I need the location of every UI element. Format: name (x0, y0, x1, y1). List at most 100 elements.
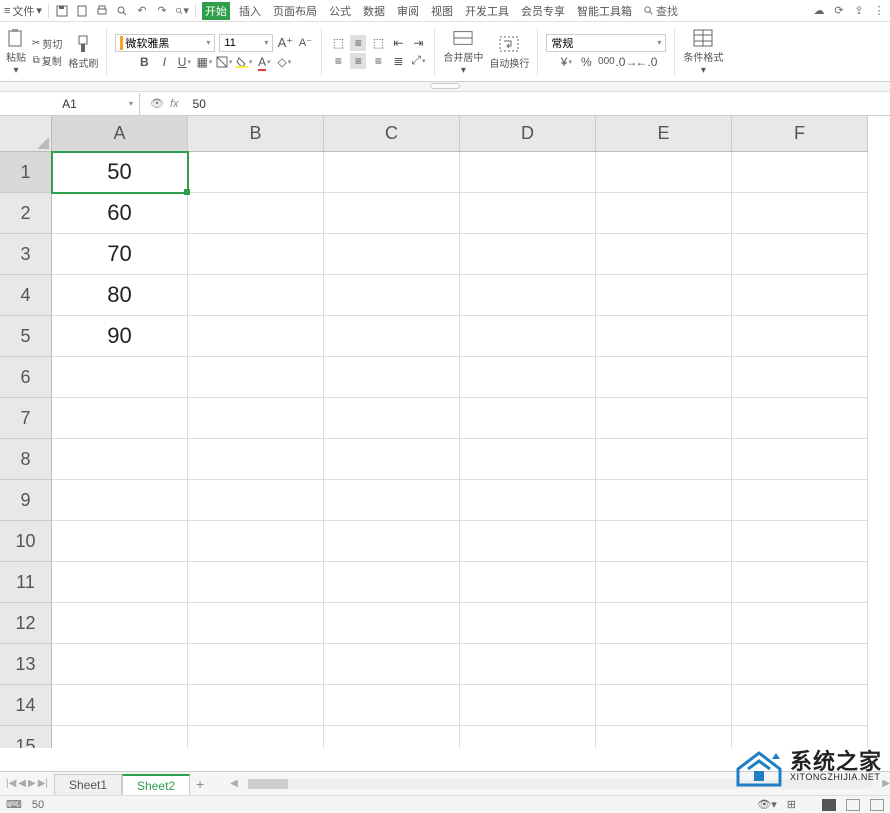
cell-E3[interactable] (596, 234, 732, 275)
cell-E1[interactable] (596, 152, 732, 193)
row-header-7[interactable]: 7 (0, 398, 52, 439)
normal-view-icon[interactable] (822, 799, 836, 811)
name-box[interactable]: A1 (0, 93, 140, 115)
redo-icon[interactable]: ↷ (155, 4, 169, 18)
scroll-right-icon[interactable]: ▶ (882, 778, 890, 789)
sheet-nav-next-icon[interactable]: ▶ (28, 778, 36, 789)
cell-E10[interactable] (596, 521, 732, 562)
cell-D8[interactable] (460, 439, 596, 480)
cell-D11[interactable] (460, 562, 596, 603)
cell-E12[interactable] (596, 603, 732, 644)
column-header-C[interactable]: C (324, 116, 460, 152)
cell-A4[interactable]: 80 (52, 275, 188, 316)
cell-B11[interactable] (188, 562, 324, 603)
align-center-icon[interactable]: ≡ (350, 53, 366, 69)
cell-C1[interactable] (324, 152, 460, 193)
cell-C6[interactable] (324, 357, 460, 398)
tab-layout[interactable]: 页面布局 (270, 2, 320, 20)
cell-B15[interactable] (188, 726, 324, 748)
italic-icon[interactable]: I (156, 54, 172, 70)
cell-E8[interactable] (596, 439, 732, 480)
print-preview-icon[interactable] (75, 4, 89, 18)
tab-toolbox[interactable]: 智能工具箱 (574, 2, 635, 20)
column-header-A[interactable]: A (52, 116, 188, 152)
border-icon[interactable]: ▦ (196, 54, 212, 70)
increase-indent-icon[interactable]: ⇥ (410, 35, 426, 51)
cell-A8[interactable] (52, 439, 188, 480)
cell-A15[interactable] (52, 726, 188, 748)
formula-bar[interactable]: 50 (189, 97, 890, 111)
input-mode-icon[interactable]: ⌨ (6, 798, 22, 811)
cell-A3[interactable]: 70 (52, 234, 188, 275)
cell-D4[interactable] (460, 275, 596, 316)
cell-D10[interactable] (460, 521, 596, 562)
page-break-view-icon[interactable] (870, 799, 884, 811)
cell-D1[interactable] (460, 152, 596, 193)
cell-C10[interactable] (324, 521, 460, 562)
currency-icon[interactable]: ¥ (558, 54, 574, 70)
save-icon[interactable] (55, 4, 69, 18)
row-header-12[interactable]: 12 (0, 603, 52, 644)
tab-dev[interactable]: 开发工具 (462, 2, 512, 20)
zoom-icon[interactable]: ▾ (175, 4, 189, 18)
row-header-3[interactable]: 3 (0, 234, 52, 275)
ribbon-collapse-bar[interactable] (0, 82, 890, 92)
cell-B13[interactable] (188, 644, 324, 685)
tab-review[interactable]: 审阅 (394, 2, 422, 20)
row-header-9[interactable]: 9 (0, 480, 52, 521)
fill-color-icon[interactable] (236, 54, 252, 70)
cell-A12[interactable] (52, 603, 188, 644)
align-middle-icon[interactable]: ≡ (350, 35, 366, 51)
comma-icon[interactable]: 000 (598, 54, 614, 70)
add-sheet-button[interactable]: + (190, 776, 210, 792)
row-header-4[interactable]: 4 (0, 275, 52, 316)
cell-B1[interactable] (188, 152, 324, 193)
cell-F11[interactable] (732, 562, 868, 603)
cell-B8[interactable] (188, 439, 324, 480)
cell-F5[interactable] (732, 316, 868, 357)
cell-D7[interactable] (460, 398, 596, 439)
view-icon[interactable]: 👁 (150, 97, 164, 110)
tab-formula[interactable]: 公式 (326, 2, 354, 20)
share-icon[interactable]: ⇪ (852, 4, 866, 18)
cell-A14[interactable] (52, 685, 188, 726)
cell-C9[interactable] (324, 480, 460, 521)
cell-B14[interactable] (188, 685, 324, 726)
row-header-10[interactable]: 10 (0, 521, 52, 562)
cell-B5[interactable] (188, 316, 324, 357)
cell-A7[interactable] (52, 398, 188, 439)
underline-icon[interactable]: U (176, 54, 192, 70)
cell-A9[interactable] (52, 480, 188, 521)
cell-C8[interactable] (324, 439, 460, 480)
column-header-B[interactable]: B (188, 116, 324, 152)
decrease-indent-icon[interactable]: ⇤ (390, 35, 406, 51)
print-icon[interactable] (95, 4, 109, 18)
tab-view[interactable]: 视图 (428, 2, 456, 20)
cell-B3[interactable] (188, 234, 324, 275)
cell-C11[interactable] (324, 562, 460, 603)
cell-E9[interactable] (596, 480, 732, 521)
cell-D5[interactable] (460, 316, 596, 357)
scroll-left-icon[interactable]: ◀ (230, 778, 238, 789)
cell-F1[interactable] (732, 152, 868, 193)
cell-B9[interactable] (188, 480, 324, 521)
cell-E6[interactable] (596, 357, 732, 398)
column-header-E[interactable]: E (596, 116, 732, 152)
sheet-nav-last-icon[interactable]: ▶| (38, 778, 48, 789)
file-menu[interactable]: ≡ 文件 ▾ (4, 3, 42, 19)
cell-D2[interactable] (460, 193, 596, 234)
cell-D12[interactable] (460, 603, 596, 644)
cell-B12[interactable] (188, 603, 324, 644)
cell-A6[interactable] (52, 357, 188, 398)
cell-E5[interactable] (596, 316, 732, 357)
tab-data[interactable]: 数据 (360, 2, 388, 20)
align-right-icon[interactable]: ≡ (370, 53, 386, 69)
cell-E15[interactable] (596, 726, 732, 748)
cell-B7[interactable] (188, 398, 324, 439)
cell-C2[interactable] (324, 193, 460, 234)
cell-D13[interactable] (460, 644, 596, 685)
align-left-icon[interactable]: ≡ (330, 53, 346, 69)
cell-C13[interactable] (324, 644, 460, 685)
cell-style-icon[interactable] (216, 54, 232, 70)
select-all-corner[interactable] (0, 116, 52, 152)
